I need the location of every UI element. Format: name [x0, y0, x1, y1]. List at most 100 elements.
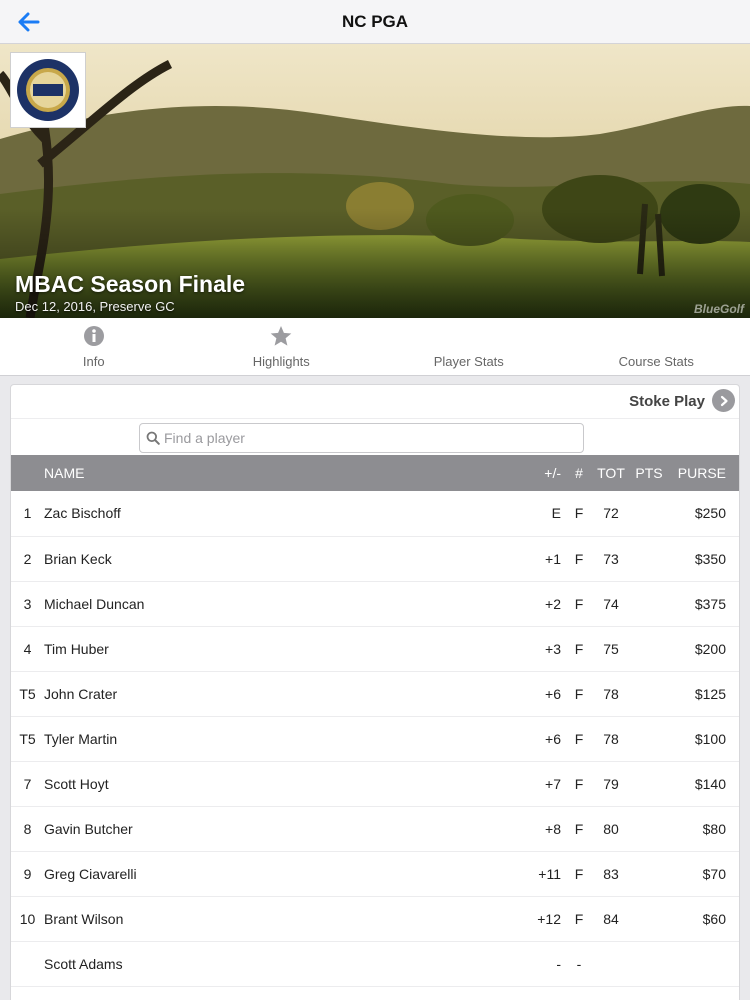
table-row[interactable]: T5 John Crater +6 F 78 $125 [11, 671, 739, 716]
table-row[interactable]: 1 Zac Bischoff E F 72 $250 [11, 491, 739, 536]
hole-cell: F [574, 820, 584, 837]
points-cell [629, 806, 669, 851]
table-row[interactable]: 4 Tim Huber +3 F 75 $200 [11, 626, 739, 671]
tab-course-stats[interactable]: Course Stats [563, 318, 750, 376]
position-cell: 10 [19, 910, 36, 927]
player-name-cell: Scott Adams [44, 955, 123, 972]
leaderboard-table: NAME +/- # TOT PTS PURSE 1 Zac Bischoff … [11, 455, 739, 987]
tab-info-label: Info [82, 354, 105, 369]
table-row[interactable]: 7 Scott Hoyt +7 F 79 $140 [11, 761, 739, 806]
col-header-points: PTS [635, 465, 663, 481]
position-cell: T5 [19, 730, 36, 747]
player-name-cell: Tyler Martin [44, 730, 118, 747]
tab-info[interactable]: Info [0, 318, 188, 376]
purse-cell: $60 [702, 910, 726, 927]
hole-cell: F [574, 730, 584, 747]
points-cell [629, 671, 669, 716]
plus-minus-cell: +6 [545, 730, 561, 747]
total-cell: 83 [603, 865, 619, 882]
col-header-total: TOT [597, 465, 625, 481]
search-icon [146, 431, 160, 445]
points-cell [629, 536, 669, 581]
points-cell [629, 581, 669, 626]
purse-cell: $100 [694, 730, 726, 747]
player-name-cell: John Crater [44, 685, 118, 702]
plus-minus-cell: +7 [545, 775, 561, 792]
event-tab-bar: Info Highlights Player Stats Course Stat… [0, 318, 750, 376]
plus-minus-cell: E [551, 505, 561, 522]
purse-cell: $80 [702, 820, 726, 837]
table-row[interactable]: Scott Adams - - [11, 941, 739, 986]
nav-bar: NC PGA [0, 0, 750, 44]
player-search-box [139, 423, 584, 453]
player-name-cell: Scott Hoyt [44, 775, 109, 792]
col-header-purse: PURSE [677, 465, 726, 481]
purse-cell: $70 [702, 865, 726, 882]
points-cell [629, 716, 669, 761]
total-cell: 74 [603, 595, 619, 612]
total-cell: 78 [603, 730, 619, 747]
plus-minus-cell: +11 [538, 865, 561, 882]
plus-minus-cell: +8 [545, 820, 561, 837]
tab-player-stats[interactable]: Player Stats [375, 318, 563, 376]
tab-highlights-label: Highlights [252, 354, 310, 369]
position-cell: 7 [23, 775, 32, 792]
plus-minus-cell: - [556, 955, 561, 972]
plus-minus-cell: +12 [537, 910, 561, 927]
table-row[interactable]: 3 Michael Duncan +2 F 74 $375 [11, 581, 739, 626]
points-cell [629, 491, 669, 536]
position-cell: 3 [23, 595, 32, 612]
col-header-name: NAME [44, 465, 85, 481]
pga-logo-icon [17, 59, 79, 121]
position-cell: 9 [23, 865, 32, 882]
total-cell: 75 [603, 640, 619, 657]
total-cell: 80 [603, 820, 619, 837]
tab-course-stats-label: Course Stats [618, 354, 694, 369]
table-row[interactable]: 10 Brant Wilson +12 F 84 $60 [11, 896, 739, 941]
purse-cell: $125 [694, 685, 726, 702]
hole-cell: F [574, 865, 584, 882]
hole-cell: F [574, 685, 584, 702]
player-search-input[interactable] [164, 427, 564, 449]
hole-cell: F [574, 640, 584, 657]
plus-minus-cell: +3 [545, 640, 561, 657]
search-row [11, 419, 739, 455]
hole-cell: F [574, 910, 584, 927]
hole-cell: - [576, 955, 582, 972]
player-name-cell: Brant Wilson [44, 910, 124, 927]
organization-logo [10, 52, 86, 128]
hole-cell: F [574, 550, 584, 567]
table-row[interactable]: 9 Greg Ciavarelli +11 F 83 $70 [11, 851, 739, 896]
hole-cell: F [574, 505, 584, 522]
total-cell [593, 941, 629, 986]
info-icon [83, 326, 104, 346]
star-icon [270, 326, 292, 346]
player-name-cell: Brian Keck [44, 550, 112, 567]
table-row[interactable]: 2 Brian Keck +1 F 73 $350 [11, 536, 739, 581]
table-row[interactable]: 8 Gavin Butcher +8 F 80 $80 [11, 806, 739, 851]
leaderboard-panel: Stoke Play NAME +/- # TOT PTS PURSE [10, 384, 740, 1000]
tab-highlights[interactable]: Highlights [188, 318, 376, 376]
col-header-hole: # [575, 465, 583, 481]
tab-player-stats-label: Player Stats [433, 354, 504, 369]
bluegolf-watermark: BlueGolf [694, 302, 744, 316]
purse-cell: $350 [694, 550, 726, 567]
plus-minus-cell: +2 [545, 595, 561, 612]
col-header-plus-minus: +/- [544, 465, 561, 481]
purse-cell: $140 [694, 775, 726, 792]
player-name-cell: Zac Bischoff [44, 505, 121, 522]
total-cell: 72 [603, 505, 619, 522]
purse-cell: $375 [694, 595, 726, 612]
purse-cell: $200 [694, 640, 726, 657]
points-cell [629, 626, 669, 671]
event-hero-banner: MBAC Season Finale Dec 12, 2016, Preserv… [0, 44, 750, 318]
position-cell: 2 [23, 550, 32, 567]
table-row[interactable]: T5 Tyler Martin +6 F 78 $100 [11, 716, 739, 761]
points-cell [629, 896, 669, 941]
scoring-format-button[interactable] [712, 389, 735, 412]
hole-cell: F [574, 775, 584, 792]
purse-cell: $250 [694, 505, 726, 522]
plus-minus-cell: +1 [545, 550, 561, 567]
chevron-right-icon [720, 395, 728, 406]
total-cell: 73 [603, 550, 619, 567]
